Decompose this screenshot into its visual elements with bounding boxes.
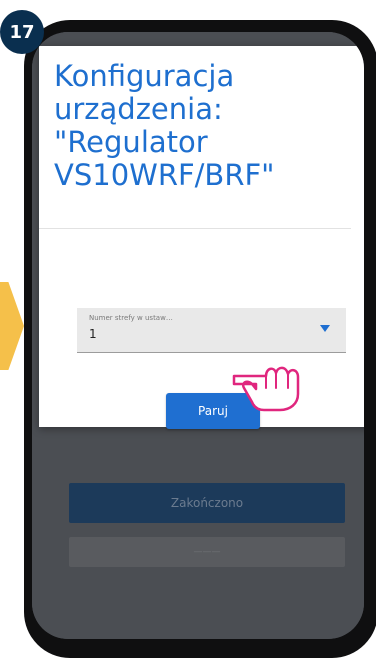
zone-number-value: 1 — [89, 327, 97, 341]
device-configuration-dialog: Konfiguracja urządzenia: "Regulator VS10… — [39, 46, 364, 429]
zone-number-select[interactable]: Numer strefy w ustaw… 1 — [77, 308, 346, 353]
hand-pointer-icon — [232, 366, 300, 412]
phone-frame: Zakończono ——— Konfiguracja urządzenia: … — [24, 20, 376, 658]
zone-number-label: Numer strefy w ustaw… — [89, 314, 173, 322]
triangle-down-icon — [320, 325, 330, 332]
finish-button: Zakończono — [69, 483, 345, 523]
dialog-title: Konfiguracja urządzenia: "Regulator VS10… — [54, 59, 275, 192]
left-arrow-icon — [0, 282, 24, 370]
divider — [39, 228, 351, 229]
phone-screen: Zakończono ——— Konfiguracja urządzenia: … — [32, 32, 364, 639]
step-number-badge: 17 — [0, 10, 44, 54]
secondary-button: ——— — [69, 537, 345, 567]
